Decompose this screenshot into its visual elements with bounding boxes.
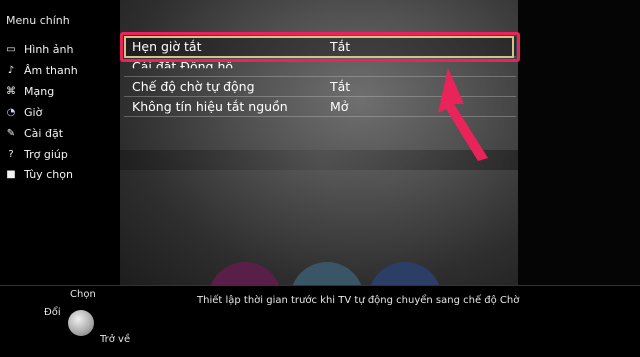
menu-item-label: Trợ giúp bbox=[24, 147, 68, 161]
menu-item-label: Tùy chọn bbox=[24, 167, 73, 181]
tv-settings-screen: Menu chính ▭ Hình ảnh ♪ Âm thanh ⌘ Mạng … bbox=[0, 0, 640, 357]
help-text: Thiết lập thời gian trước khi TV tự động… bbox=[197, 295, 520, 306]
right-panel bbox=[518, 0, 640, 285]
remote-navigation-pad-icon bbox=[68, 310, 94, 336]
menu-item-label: Âm thanh bbox=[24, 63, 78, 77]
row-value: Mở bbox=[330, 99, 349, 114]
menu-item-label: Mạng bbox=[24, 84, 55, 98]
change-hint-label: Đổi bbox=[44, 307, 61, 318]
wrench-icon: ✎ bbox=[6, 127, 16, 139]
main-menu: Menu chính ▭ Hình ảnh ♪ Âm thanh ⌘ Mạng … bbox=[0, 0, 120, 285]
menu-item-network[interactable]: ⌘ Mạng bbox=[4, 82, 54, 100]
picture-icon: ▭ bbox=[6, 43, 16, 55]
row-label: Chế độ chờ tự động bbox=[132, 79, 255, 94]
menu-item-help[interactable]: ? Trợ giúp bbox=[4, 145, 68, 163]
back-hint-label: Trở về bbox=[100, 334, 131, 345]
network-icon: ⌘ bbox=[6, 85, 16, 97]
menu-item-time[interactable]: ◔ Giờ bbox=[4, 103, 43, 121]
row-label: Không tín hiệu tắt nguồn bbox=[132, 99, 288, 114]
menu-item-options[interactable]: ■ Tùy chọn bbox=[4, 165, 73, 183]
select-hint-label: Chọn bbox=[70, 289, 96, 300]
row-value: Tắt bbox=[330, 79, 351, 94]
menu-item-label: Hình ảnh bbox=[24, 42, 74, 56]
question-icon: ? bbox=[8, 148, 14, 160]
menu-title: Menu chính bbox=[6, 14, 70, 27]
music-note-icon: ♪ bbox=[7, 64, 15, 76]
menu-item-sound[interactable]: ♪ Âm thanh bbox=[4, 61, 78, 79]
menu-item-settings[interactable]: ✎ Cài đặt bbox=[4, 124, 63, 142]
menu-item-label: Cài đặt bbox=[24, 126, 64, 140]
menu-item-picture[interactable]: ▭ Hình ảnh bbox=[4, 40, 73, 58]
bottom-bar: Thiết lập thời gian trước khi TV tự động… bbox=[0, 285, 640, 357]
annotation-arrow-icon bbox=[438, 68, 488, 161]
clock-icon: ◔ bbox=[6, 106, 16, 118]
options-icon: ■ bbox=[6, 168, 16, 180]
annotation-callout-box bbox=[120, 32, 520, 62]
menu-item-label: Giờ bbox=[24, 105, 43, 119]
